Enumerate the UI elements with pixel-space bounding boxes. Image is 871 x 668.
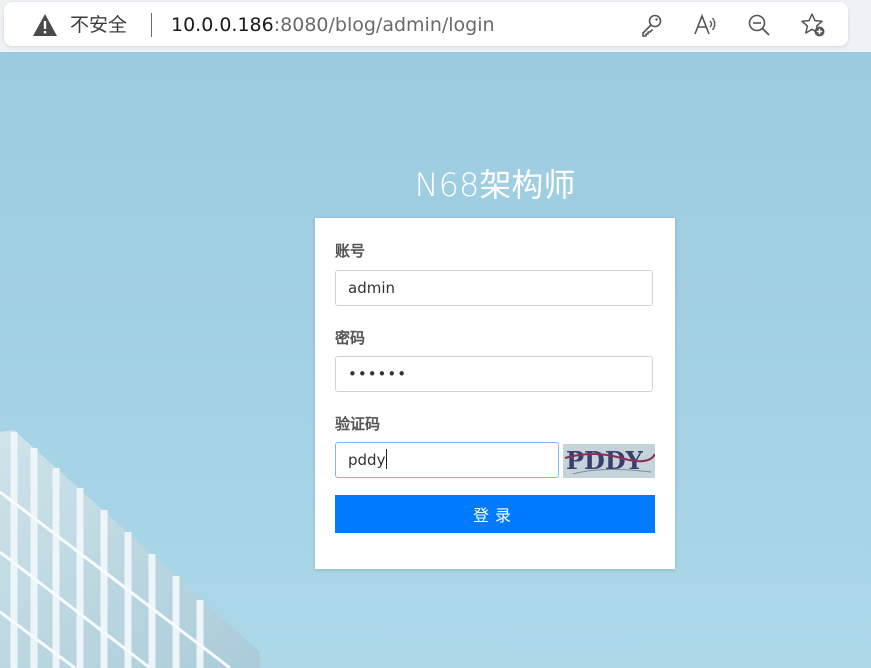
captcha-image[interactable]: PDDY (563, 444, 655, 478)
text-cursor (386, 449, 388, 469)
captcha-input[interactable]: pddy (335, 442, 559, 478)
key-icon[interactable] (638, 12, 664, 38)
login-card: 账号 admin 密码 •••••• 验证码 pddy PDDY 登录 (315, 218, 675, 569)
building-illustration (0, 430, 260, 668)
insecure-label[interactable]: 不安全 (70, 13, 127, 37)
captcha-input-value: pddy (348, 451, 386, 469)
read-aloud-icon[interactable] (692, 12, 718, 38)
site-title: N68架构师 (414, 166, 576, 204)
login-button[interactable]: 登录 (335, 495, 655, 533)
captcha-label: 验证码 (335, 415, 381, 433)
account-label: 账号 (335, 242, 366, 260)
password-label: 密码 (335, 329, 366, 347)
zoom-out-icon[interactable] (746, 12, 772, 38)
url-path: :8080/blog/admin/login (273, 14, 495, 36)
address-separator (151, 13, 152, 37)
warning-icon[interactable] (32, 13, 58, 37)
add-favorite-icon[interactable] (800, 12, 826, 38)
password-input[interactable]: •••••• (335, 356, 653, 392)
login-page-background: N68架构师 账号 admin 密码 •••••• 验证码 pddy PDDY … (0, 52, 871, 668)
url-host: 10.0.0.186 (171, 14, 274, 36)
browser-toolbar: 不安全 10.0.0.186:8080/blog/admin/login (0, 0, 871, 52)
address-bar[interactable]: 不安全 10.0.0.186:8080/blog/admin/login (4, 2, 848, 46)
url-text[interactable]: 10.0.0.186:8080/blog/admin/login (171, 13, 495, 37)
account-input[interactable]: admin (335, 270, 653, 306)
